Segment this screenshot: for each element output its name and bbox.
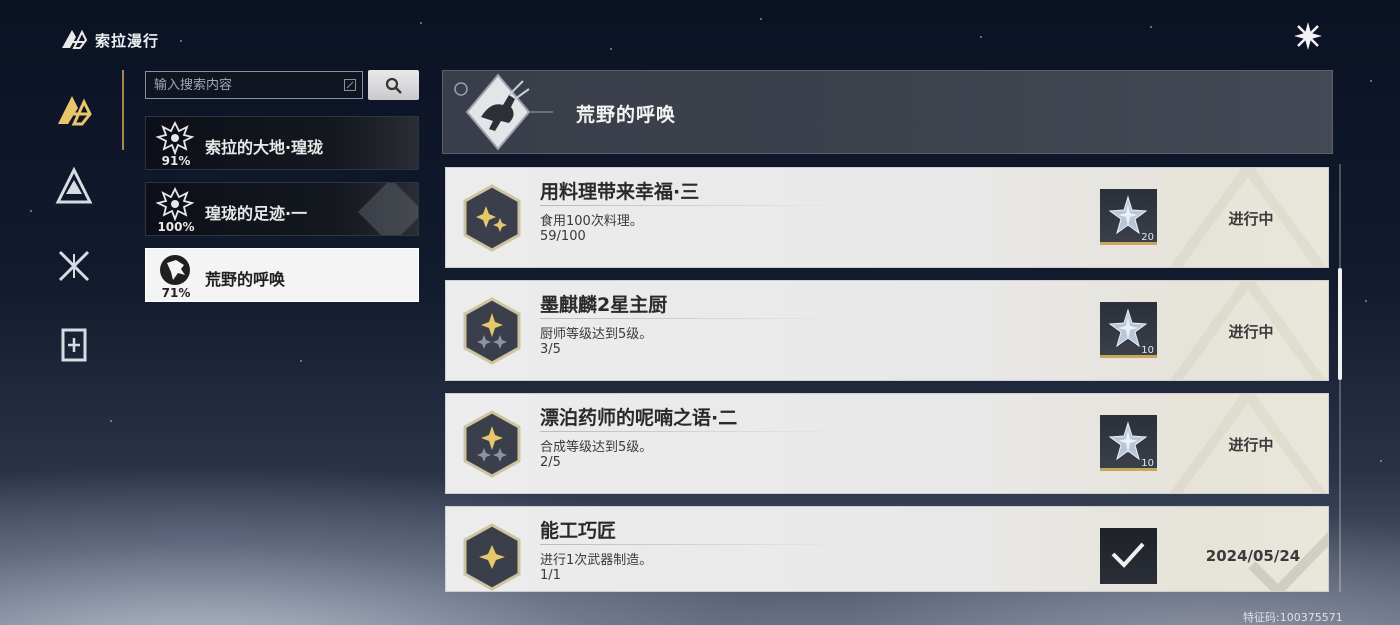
achievement-badge-icon <box>463 297 521 365</box>
nav-solar-roam-icon[interactable] <box>52 88 96 132</box>
search-icon <box>385 77 402 94</box>
category-card[interactable]: 100% 瑝珑的足迹·一 <box>145 182 419 236</box>
category-name: 荒野的呼唤 <box>205 270 286 289</box>
nav-book-icon[interactable] <box>52 324 96 368</box>
achievement-title: 能工巧匠 <box>540 520 617 542</box>
category-card[interactable]: 91% 索拉的大地·瑝珑 <box>145 116 419 170</box>
beast-head-icon <box>160 255 190 285</box>
search-input[interactable] <box>146 72 336 98</box>
achievement-badge-icon <box>463 410 521 478</box>
reward-item[interactable]: 10 <box>1100 302 1157 358</box>
achievement-title: 用料理带来幸福·三 <box>540 181 700 203</box>
banner-title: 荒野的呼唤 <box>576 104 677 126</box>
achievement-row[interactable]: 墨麒麟2星主厨 厨师等级达到5级。 3/5 10 进行中 <box>445 280 1329 381</box>
checkmark-icon <box>1111 542 1145 568</box>
dragon-emblem-icon <box>155 187 195 221</box>
category-card-active[interactable]: 71% 荒野的呼唤 <box>145 248 419 302</box>
category-name: 索拉的大地·瑝珑 <box>205 138 324 157</box>
achievement-status: 进行中 <box>1228 210 1274 228</box>
achievement-progress: 3/5 <box>540 342 561 357</box>
star-crystal-icon <box>1108 421 1148 461</box>
reward-item[interactable]: 20 <box>1100 189 1157 245</box>
search-button[interactable] <box>368 70 419 100</box>
achievement-desc: 厨师等级达到5级。 <box>540 327 653 342</box>
achievement-desc: 合成等级达到5级。 <box>540 440 653 455</box>
app-logo-icon <box>60 26 88 56</box>
reward-count: 10 <box>1141 458 1154 469</box>
title-underline <box>540 431 850 432</box>
star-crystal-icon <box>1108 308 1148 348</box>
achievement-badge-icon <box>463 523 521 591</box>
achievement-progress: 2/5 <box>540 455 561 470</box>
reward-claimed[interactable] <box>1100 528 1157 584</box>
close-star-icon[interactable] <box>1290 18 1326 54</box>
reward-count: 10 <box>1141 345 1154 356</box>
category-percent: 100% <box>157 220 195 234</box>
reward-count: 20 <box>1141 232 1154 243</box>
achievement-row[interactable]: 漂泊药师的呢喃之语·二 合成等级达到5级。 2/5 10 进行中 <box>445 393 1329 494</box>
dragon-emblem-icon <box>155 121 195 155</box>
nav-crossed-swords-icon[interactable] <box>52 244 96 288</box>
achievement-desc: 进行1次武器制造。 <box>540 553 653 568</box>
category-percent: 91% <box>161 154 191 168</box>
achievement-title: 漂泊药师的呢喃之语·二 <box>540 407 738 429</box>
scrollbar-thumb[interactable] <box>1338 268 1342 380</box>
category-banner: 荒野的呼唤 <box>442 70 1333 154</box>
app-title: 索拉漫行 <box>95 32 160 50</box>
nav-active-indicator <box>122 70 124 150</box>
galloping-deer-emblem-icon <box>454 73 553 151</box>
reward-item[interactable]: 10 <box>1100 415 1157 471</box>
diamond-deco-icon <box>358 183 418 235</box>
achievement-row-completed[interactable]: 能工巧匠 进行1次武器制造。 1/1 2024/05/24 <box>445 506 1329 592</box>
category-name: 瑝珑的足迹·一 <box>205 204 308 223</box>
title-underline <box>540 318 850 319</box>
achievement-title: 墨麒麟2星主厨 <box>540 294 668 316</box>
search-field[interactable] <box>145 71 363 99</box>
achievement-row[interactable]: 用料理带来幸福·三 食用100次料理。 59/100 20 进行中 <box>445 167 1329 268</box>
nav-mountain-icon[interactable] <box>52 164 96 208</box>
achievement-progress: 1/1 <box>540 568 561 583</box>
achievement-progress: 59/100 <box>540 229 586 244</box>
achievement-badge-icon <box>463 184 521 252</box>
edit-icon <box>344 79 356 91</box>
category-percent: 71% <box>161 286 191 300</box>
title-underline <box>540 544 850 545</box>
achievement-desc: 食用100次料理。 <box>540 214 643 229</box>
watermark-code: 特征码:100375571 <box>1243 611 1343 624</box>
title-underline <box>540 205 850 206</box>
achievement-status: 进行中 <box>1228 436 1274 454</box>
achievement-date: 2024/05/24 <box>1205 547 1301 565</box>
achievement-status: 进行中 <box>1228 323 1274 341</box>
star-crystal-icon <box>1108 195 1148 235</box>
